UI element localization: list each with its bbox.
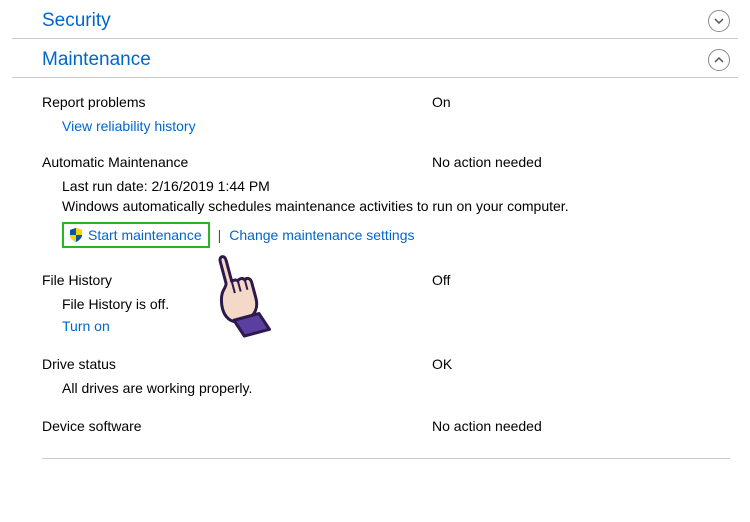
automatic-maintenance-row: Automatic Maintenance No action needed xyxy=(12,148,738,176)
turn-on-link[interactable]: Turn on xyxy=(62,318,110,334)
separator: | xyxy=(216,227,224,243)
automatic-maintenance-status: No action needed xyxy=(432,154,738,170)
drive-status-status: OK xyxy=(432,356,738,372)
bottom-divider xyxy=(42,458,730,459)
maintenance-title: Maintenance xyxy=(12,49,151,71)
device-software-row: Device software No action needed xyxy=(12,412,738,440)
maintenance-desc: Windows automatically schedules maintena… xyxy=(12,194,738,214)
start-maintenance-highlight: Start maintenance xyxy=(62,222,210,248)
maintenance-actions: Start maintenance | Change maintenance s… xyxy=(62,222,738,248)
report-problems-row: Report problems On xyxy=(12,88,738,116)
security-section-header[interactable]: Security xyxy=(12,0,738,39)
shield-icon xyxy=(68,227,84,243)
chevron-up-icon[interactable] xyxy=(708,49,730,71)
drive-status-sub: All drives are working properly. xyxy=(12,378,738,396)
device-software-label: Device software xyxy=(42,418,432,434)
start-maintenance-link[interactable]: Start maintenance xyxy=(88,227,202,243)
file-history-status: Off xyxy=(432,272,738,288)
automatic-maintenance-label: Automatic Maintenance xyxy=(42,154,432,170)
report-problems-status: On xyxy=(432,94,738,110)
last-run-date: Last run date: 2/16/2019 1:44 PM xyxy=(12,176,738,194)
change-maintenance-link[interactable]: Change maintenance settings xyxy=(229,227,414,243)
device-software-status: No action needed xyxy=(432,418,738,434)
file-history-sub: File History is off. xyxy=(12,294,738,312)
security-title: Security xyxy=(12,10,111,32)
drive-status-label: Drive status xyxy=(42,356,432,372)
maintenance-section-header[interactable]: Maintenance xyxy=(12,39,738,78)
drive-status-row: Drive status OK xyxy=(12,350,738,378)
file-history-label: File History xyxy=(42,272,432,288)
chevron-down-icon[interactable] xyxy=(708,10,730,32)
file-history-row: File History Off xyxy=(12,266,738,294)
report-problems-label: Report problems xyxy=(42,94,432,110)
view-reliability-link[interactable]: View reliability history xyxy=(62,118,196,134)
